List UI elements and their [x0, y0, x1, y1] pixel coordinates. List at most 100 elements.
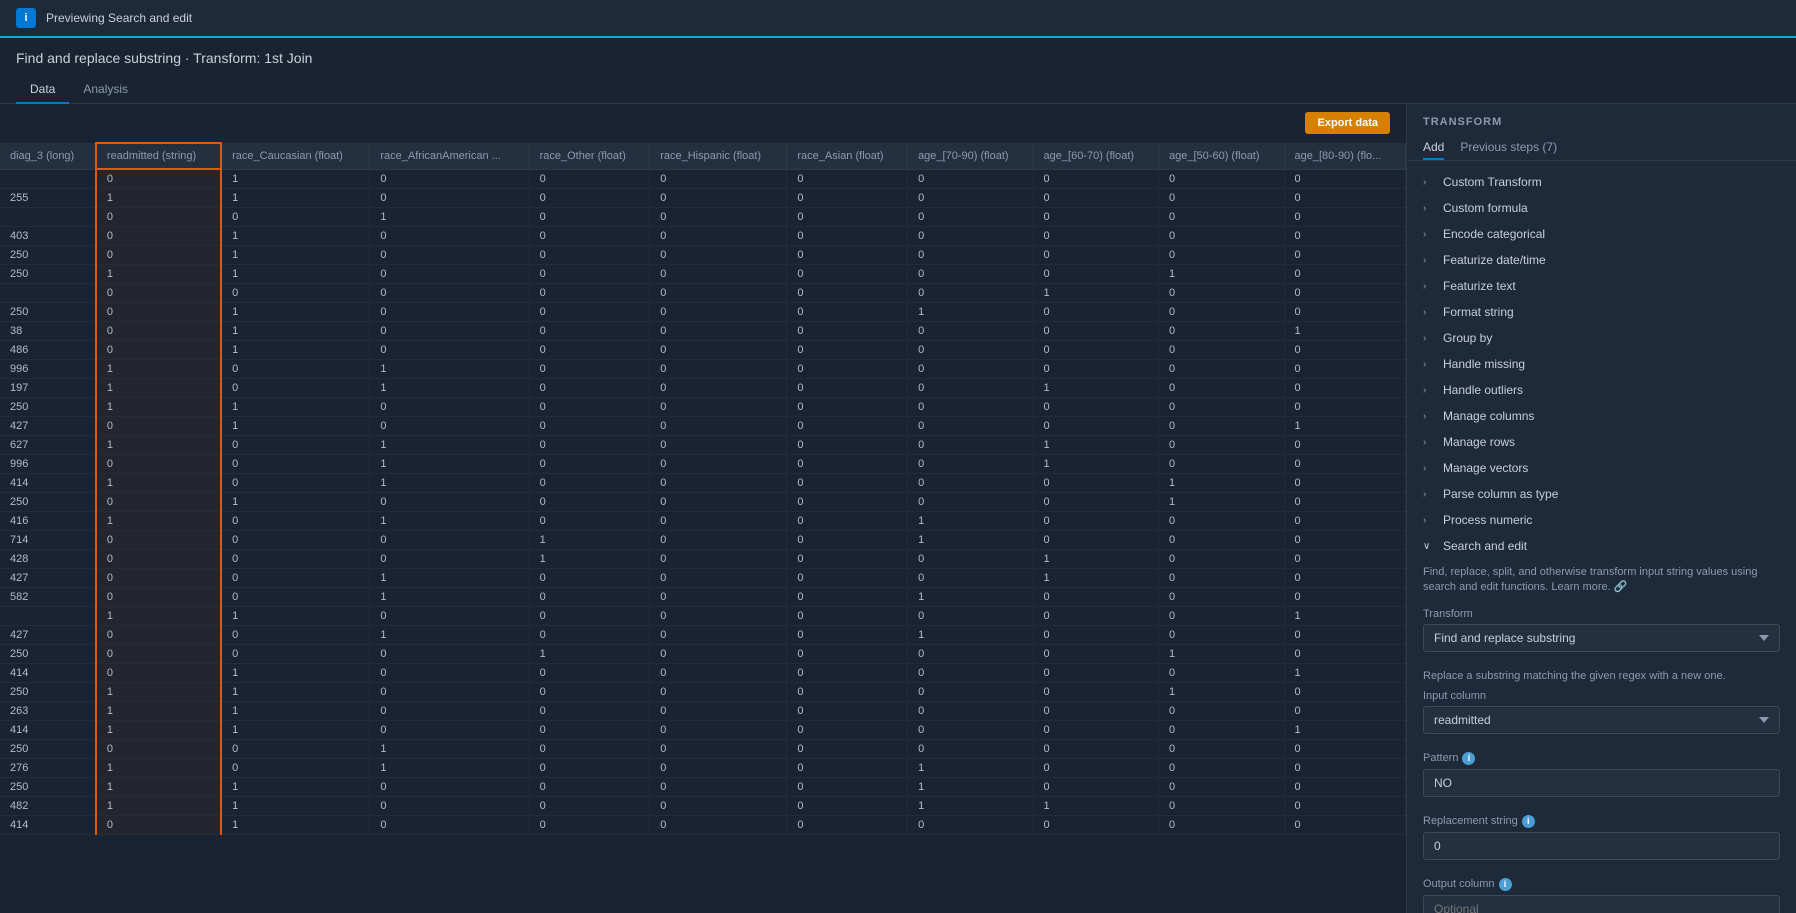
transform-item-custom-formula[interactable]: › Custom formula: [1407, 195, 1796, 221]
table-cell: 1: [908, 303, 1033, 322]
col-header-asian[interactable]: race_Asian (float): [787, 143, 908, 169]
transform-item-handle-missing[interactable]: › Handle missing: [1407, 351, 1796, 377]
table-cell: 1: [221, 227, 370, 246]
col-header-african[interactable]: race_AfricanAmerican ...: [370, 143, 529, 169]
table-cell: 1: [221, 493, 370, 512]
table-cell: 0: [370, 341, 529, 360]
table-cell: 1: [1284, 417, 1405, 436]
table-cell: 0: [787, 303, 908, 322]
output-column-info-icon[interactable]: i: [1499, 878, 1512, 891]
table-cell: 0: [908, 702, 1033, 721]
transform-select[interactable]: Find and replace substringExtract string…: [1423, 624, 1780, 652]
table-cell: 0: [370, 189, 529, 208]
pattern-input[interactable]: [1423, 769, 1780, 797]
table-cell: 0: [650, 169, 787, 189]
table-cell: 250: [0, 778, 96, 797]
col-header-age7090[interactable]: age_[70-90) (float): [908, 143, 1033, 169]
table-cell: 0: [787, 778, 908, 797]
transform-item-handle-outliers[interactable]: › Handle outliers: [1407, 377, 1796, 403]
table-cell: 0: [529, 379, 650, 398]
transform-item-group-by[interactable]: › Group by: [1407, 325, 1796, 351]
table-cell: 0: [1159, 246, 1284, 265]
col-header-caucasian[interactable]: race_Caucasian (float): [221, 143, 370, 169]
col-header-hispanic[interactable]: race_Hispanic (float): [650, 143, 787, 169]
table-cell: 414: [0, 721, 96, 740]
table-cell: 0: [908, 607, 1033, 626]
table-cell: 0: [787, 816, 908, 835]
table-cell: 0: [908, 816, 1033, 835]
pattern-info-icon[interactable]: i: [1462, 752, 1475, 765]
replacement-input[interactable]: [1423, 832, 1780, 860]
table-cell: 0: [221, 550, 370, 569]
table-cell: 0: [370, 683, 529, 702]
table-cell: 0: [96, 664, 221, 683]
table-row: 2551100000000: [0, 189, 1406, 208]
transform-item-manage-columns[interactable]: › Manage columns: [1407, 403, 1796, 429]
top-bar: i Previewing Search and edit: [0, 0, 1796, 38]
col-header-age8090[interactable]: age_[80-90) (flo...: [1284, 143, 1405, 169]
table-cell: 0: [908, 683, 1033, 702]
table-cell: 0: [650, 702, 787, 721]
replacement-info-icon[interactable]: i: [1522, 815, 1535, 828]
transform-item-search-edit[interactable]: ∨ Search and edit: [1407, 533, 1796, 559]
transform-tab-add[interactable]: Add: [1423, 136, 1444, 160]
table-cell: 1: [908, 759, 1033, 778]
transform-item-featurize-datetime[interactable]: › Featurize date/time: [1407, 247, 1796, 273]
transform-item-label: Handle missing: [1443, 357, 1525, 371]
export-button[interactable]: Export data: [1305, 112, 1390, 134]
table-cell: 1: [221, 169, 370, 189]
table-cell: 0: [650, 265, 787, 284]
table-cell: 0: [1284, 816, 1405, 835]
table-cell: [0, 284, 96, 303]
tab-data[interactable]: Data: [16, 76, 69, 104]
transform-item-manage-rows[interactable]: › Manage rows: [1407, 429, 1796, 455]
table-row: 4030100000000: [0, 227, 1406, 246]
table-cell: 0: [1159, 341, 1284, 360]
table-cell: 1: [221, 778, 370, 797]
col-header-age5060[interactable]: age_[50-60) (float): [1159, 143, 1284, 169]
transform-item-parse-column[interactable]: › Parse column as type: [1407, 481, 1796, 507]
table-cell: 0: [650, 227, 787, 246]
learn-more-link[interactable]: 🔗: [1614, 581, 1628, 593]
transform-item-format-string[interactable]: › Format string: [1407, 299, 1796, 325]
transform-item-featurize-text[interactable]: › Featurize text: [1407, 273, 1796, 299]
table-cell: 0: [1033, 626, 1158, 645]
table-cell: 0: [908, 721, 1033, 740]
transform-item-process-numeric[interactable]: › Process numeric: [1407, 507, 1796, 533]
table-cell: 250: [0, 683, 96, 702]
table-cell: 0: [370, 493, 529, 512]
col-header-readmitted[interactable]: readmitted (string): [96, 143, 221, 169]
table-cell: 0: [650, 379, 787, 398]
col-header-other[interactable]: race_Other (float): [529, 143, 650, 169]
table-cell: 0: [370, 797, 529, 816]
input-column-select[interactable]: readmitted: [1423, 706, 1780, 734]
col-header-age6070[interactable]: age_[60-70) (float): [1033, 143, 1158, 169]
table-cell: 1: [1284, 664, 1405, 683]
tab-analysis[interactable]: Analysis: [69, 76, 142, 104]
table-cell: 0: [529, 398, 650, 417]
table-cell: 1: [370, 455, 529, 474]
transform-item-manage-vectors[interactable]: › Manage vectors: [1407, 455, 1796, 481]
table-cell: 250: [0, 303, 96, 322]
table-cell: 0: [529, 208, 650, 227]
table-cell: 1: [370, 626, 529, 645]
transform-tab-previous[interactable]: Previous steps (7): [1460, 136, 1557, 160]
table-cell: 0: [787, 227, 908, 246]
table-cell: 0: [1284, 436, 1405, 455]
table-cell: 0: [96, 303, 221, 322]
pattern-label: Pattern i: [1423, 752, 1780, 765]
table-row: 9960010000100: [0, 455, 1406, 474]
table-header-row: diag_3 (long) readmitted (string) race_C…: [0, 143, 1406, 169]
table-row: 2501100000010: [0, 683, 1406, 702]
table-cell: 0: [1159, 227, 1284, 246]
output-column-input[interactable]: [1423, 895, 1780, 913]
table-cell: 403: [0, 227, 96, 246]
table-cell: 263: [0, 702, 96, 721]
table-cell: 0: [650, 550, 787, 569]
transform-item-encode-categorical[interactable]: › Encode categorical: [1407, 221, 1796, 247]
table-container[interactable]: diag_3 (long) readmitted (string) race_C…: [0, 142, 1406, 913]
transform-item-custom-transform[interactable]: › Custom Transform: [1407, 169, 1796, 195]
table-cell: 0: [221, 626, 370, 645]
col-header-diag3[interactable]: diag_3 (long): [0, 143, 96, 169]
right-panel: TRANSFORM Add Previous steps (7) › Custo…: [1406, 104, 1796, 913]
